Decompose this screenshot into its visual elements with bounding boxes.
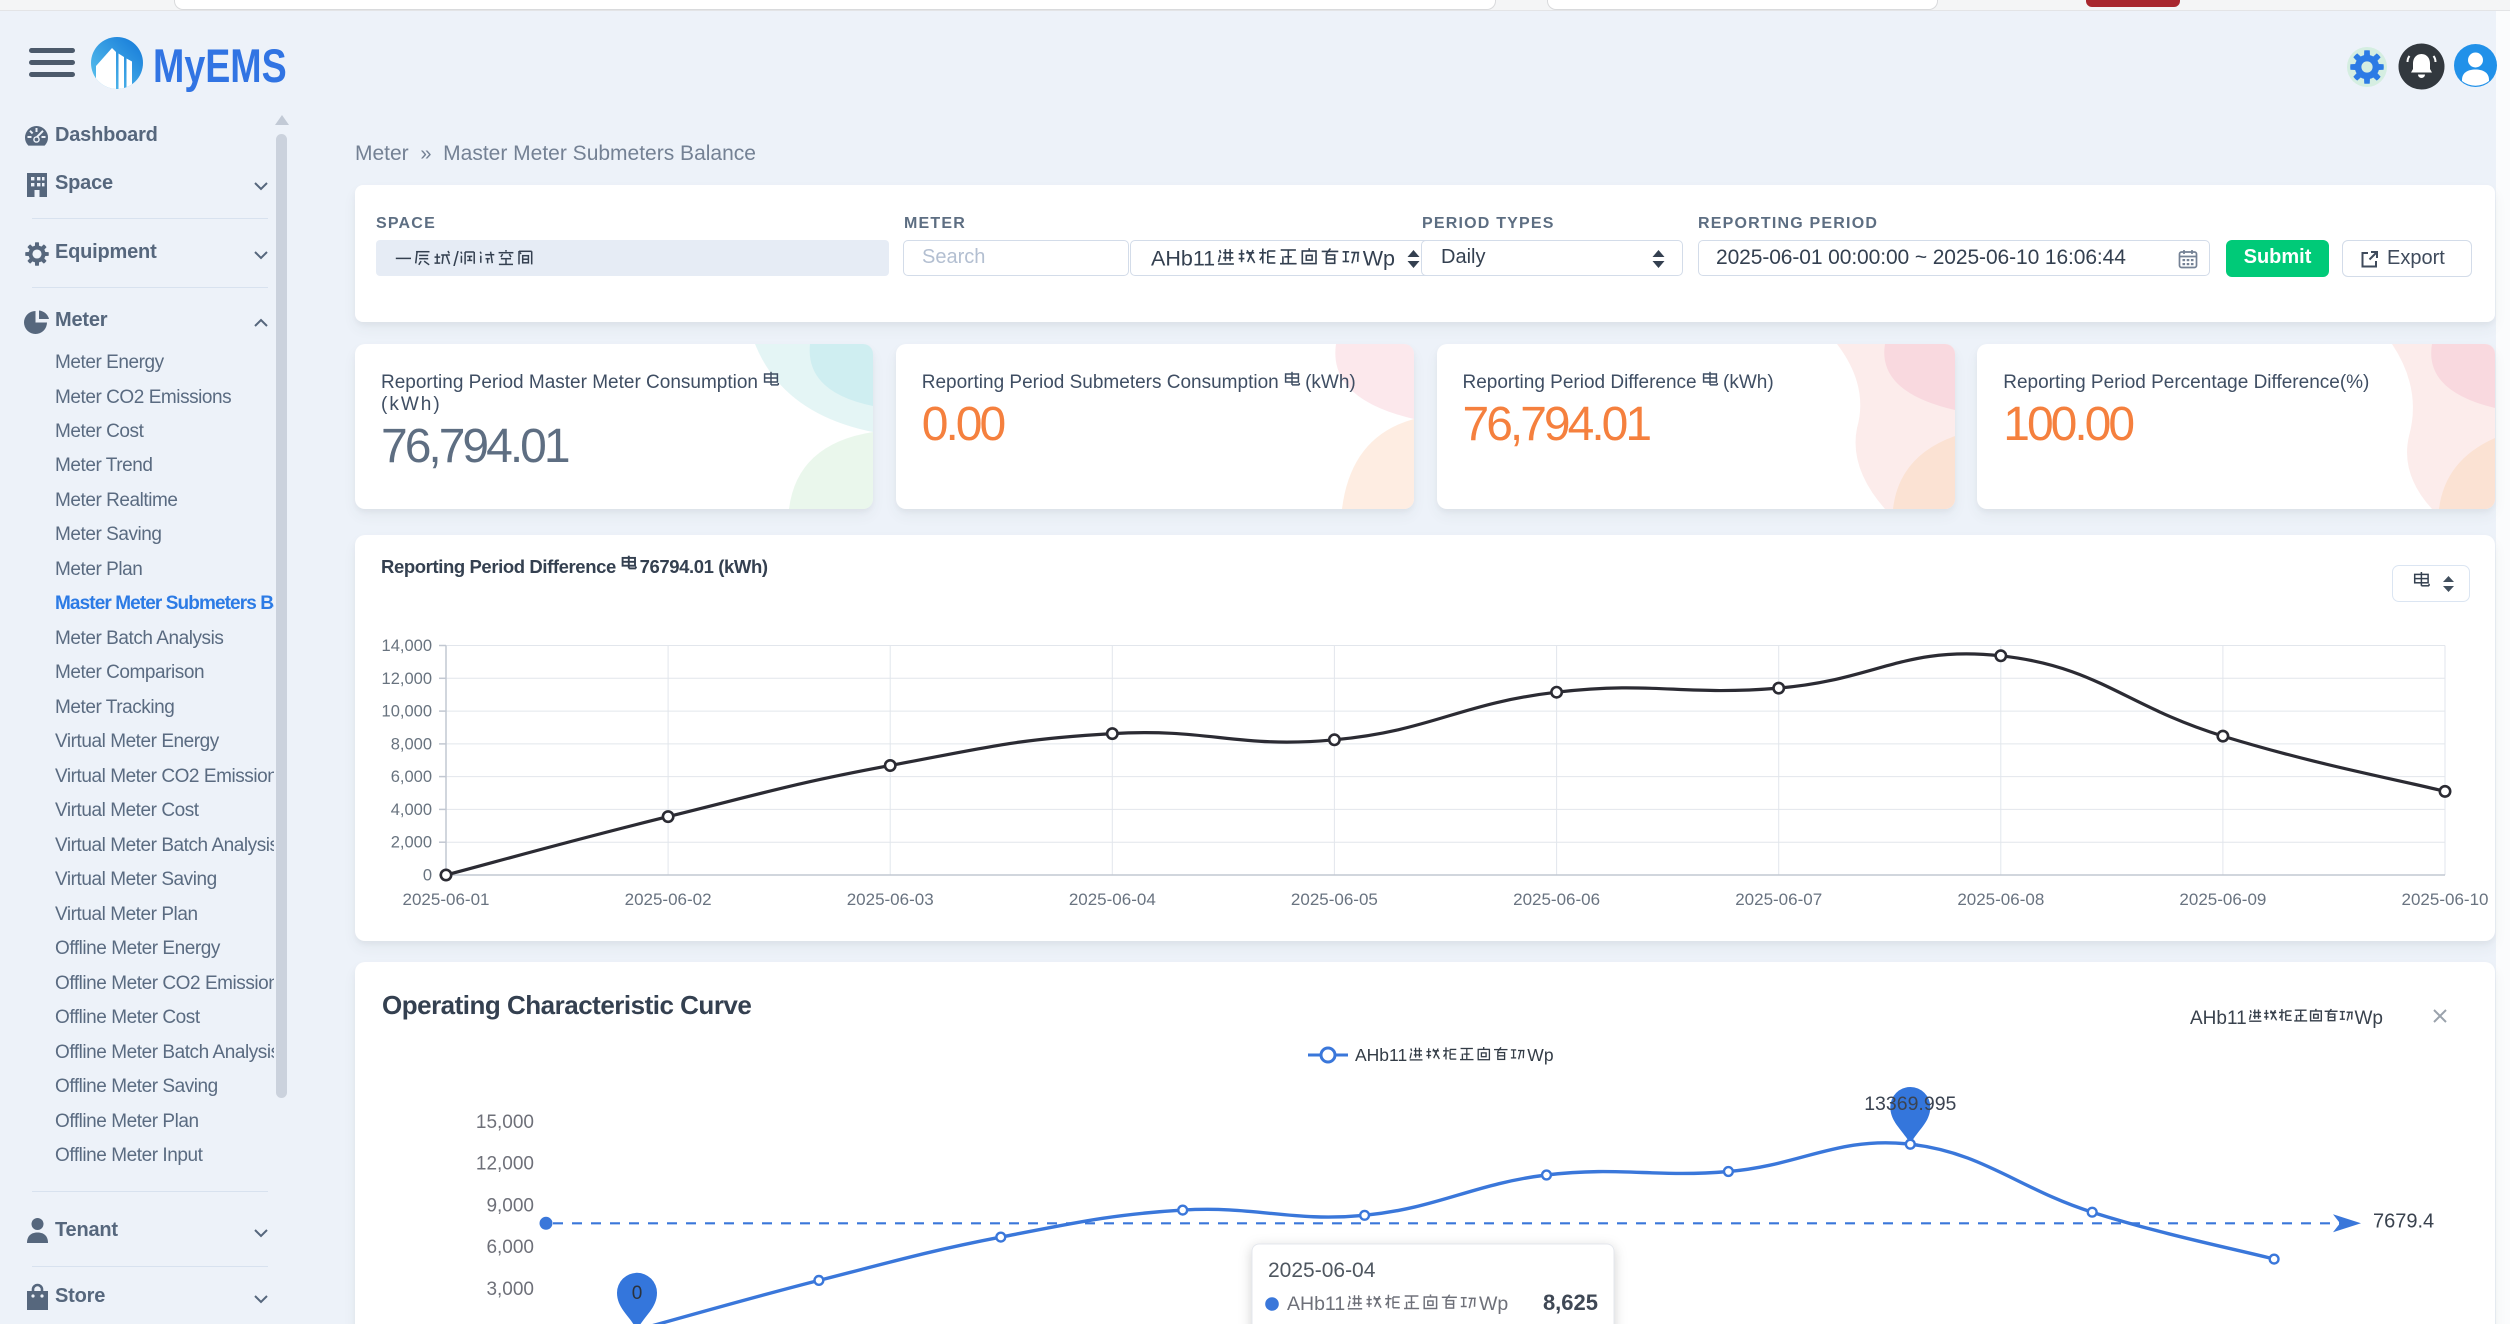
svg-text:/: / (453, 249, 459, 271)
svg-text:2025-06-06: 2025-06-06 (1513, 890, 1600, 909)
svg-text:Wp: Wp (1527, 1045, 1553, 1065)
svg-text:Wp: Wp (1479, 1293, 1508, 1315)
svg-text:6,000: 6,000 (486, 1237, 534, 1258)
svg-text:2025-06-08: 2025-06-08 (1957, 890, 2044, 909)
svg-text:12,000: 12,000 (382, 670, 432, 688)
svg-text:AHb11: AHb11 (1355, 1045, 1407, 1065)
svg-text:2025-06-02: 2025-06-02 (625, 890, 712, 909)
svg-text:AHb11: AHb11 (1151, 246, 1215, 270)
svg-text:2025-06-07: 2025-06-07 (1735, 890, 1822, 909)
svg-text:0: 0 (423, 867, 432, 885)
svg-text:3,000: 3,000 (486, 1279, 534, 1300)
svg-text:2025-06-09: 2025-06-09 (2179, 890, 2266, 909)
svg-text:8,625: 8,625 (1543, 1290, 1598, 1315)
svg-text:9,000: 9,000 (486, 1195, 534, 1216)
svg-text:2025-06-01: 2025-06-01 (403, 890, 490, 909)
svg-text:7679.4: 7679.4 (2373, 1211, 2434, 1233)
svg-text:10,000: 10,000 (382, 703, 432, 721)
svg-text:4,000: 4,000 (391, 801, 432, 819)
svg-text:2025-06-04: 2025-06-04 (1268, 1259, 1376, 1282)
svg-text:8,000: 8,000 (391, 735, 432, 753)
svg-text:15,000: 15,000 (476, 1112, 534, 1133)
svg-text:AHb11: AHb11 (1287, 1293, 1345, 1315)
svg-text:2025-06-05: 2025-06-05 (1291, 890, 1378, 909)
svg-text:2025-06-03: 2025-06-03 (847, 890, 934, 909)
svg-text:14,000: 14,000 (382, 637, 432, 655)
svg-text:0: 0 (632, 1283, 643, 1304)
svg-text:13369.995: 13369.995 (1864, 1093, 1956, 1115)
svg-text:6,000: 6,000 (391, 768, 432, 786)
svg-text:2,000: 2,000 (391, 834, 432, 852)
svg-text:Wp: Wp (1363, 246, 1395, 270)
svg-text:2025-06-10: 2025-06-10 (2402, 890, 2489, 909)
svg-text:12,000: 12,000 (476, 1154, 534, 1175)
svg-text:2025-06-04: 2025-06-04 (1069, 890, 1156, 909)
